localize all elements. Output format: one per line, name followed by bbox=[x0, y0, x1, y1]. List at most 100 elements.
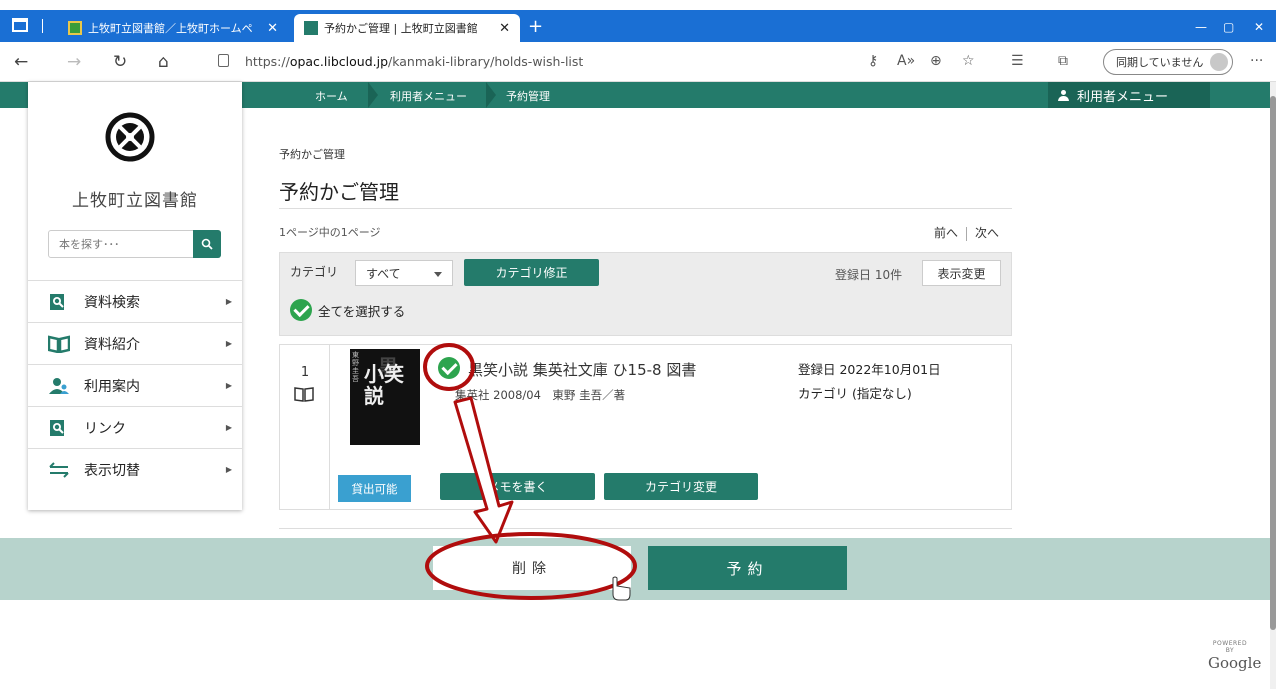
select-all-toggle[interactable]: 全てを選択する bbox=[290, 299, 405, 321]
browser-tab-holds[interactable]: 予約かご管理 | 上牧町立図書館 ✕ bbox=[294, 14, 520, 42]
search-button[interactable] bbox=[193, 230, 221, 258]
more-icon[interactable]: ··· bbox=[1250, 53, 1263, 69]
category-selected-value: すべて bbox=[366, 266, 401, 281]
item-title-link[interactable]: 黒笑小説 集英社文庫 ひ15-8 図書 bbox=[468, 359, 696, 380]
read-aloud-icon[interactable]: A» bbox=[897, 53, 915, 69]
close-icon[interactable]: ✕ bbox=[267, 21, 278, 36]
book-search-input[interactable] bbox=[49, 231, 189, 257]
book-cover-image[interactable]: 東野圭吾 黒 小笑説 bbox=[350, 349, 420, 445]
restore-icon[interactable]: ▢ bbox=[1223, 20, 1234, 34]
write-memo-button[interactable]: メモを書く bbox=[440, 473, 595, 500]
favorite-star-icon[interactable]: ☆ bbox=[962, 53, 975, 69]
breadcrumb: 予約かご管理 bbox=[279, 148, 345, 161]
sidebar-item-label: 資料検索 bbox=[84, 294, 140, 311]
tab-label: 予約かご管理 | 上牧町立図書館 bbox=[324, 22, 478, 35]
close-icon[interactable]: ✕ bbox=[499, 21, 510, 36]
minimize-icon[interactable]: — bbox=[1195, 20, 1207, 34]
scrollbar-thumb[interactable] bbox=[1270, 96, 1276, 630]
delete-button[interactable]: 削除 bbox=[433, 546, 631, 590]
library-name: 上牧町立図書館 bbox=[72, 191, 198, 211]
home-icon[interactable]: ⌂ bbox=[158, 52, 169, 72]
category-label: カテゴリ bbox=[290, 265, 339, 279]
check-circle-icon bbox=[290, 299, 312, 321]
search-doc-favicon-icon bbox=[304, 21, 318, 35]
google-wordmark: Google bbox=[1208, 654, 1262, 672]
switch-arrows-icon bbox=[49, 461, 69, 478]
next-page-link[interactable]: 次へ bbox=[975, 226, 999, 240]
select-all-label: 全てを選択する bbox=[318, 303, 406, 319]
user-menu-label: 利用者メニュー bbox=[1077, 89, 1169, 105]
action-bar bbox=[0, 538, 1270, 600]
zoom-icon[interactable]: ⊕ bbox=[930, 53, 942, 69]
url-prefix: https:// bbox=[245, 54, 290, 69]
reserve-button[interactable]: 予約 bbox=[648, 546, 847, 590]
list-toolbar: カテゴリ すべて カテゴリ修正 登録日 10件 表示変更 全てを選択する bbox=[279, 252, 1012, 336]
sort-info: 登録日 10件 bbox=[835, 268, 903, 282]
sidebar: 上牧町立図書館 資料検索 ▶ 資料紹介 ▶ 利用案内 ▶ リンク ▶ 表示切替 … bbox=[28, 82, 242, 510]
item-index-cell: 1 bbox=[280, 345, 330, 509]
reload-icon[interactable]: ↻ bbox=[113, 52, 127, 72]
item-number: 1 bbox=[300, 365, 310, 380]
google-logo: POWERED BY Google bbox=[1208, 640, 1262, 672]
sync-profile-button[interactable]: 同期していません bbox=[1103, 49, 1233, 75]
sync-label: 同期していません bbox=[1116, 56, 1204, 69]
instruction-strip bbox=[0, 0, 1276, 10]
open-book-icon bbox=[48, 334, 70, 353]
search-doc-icon bbox=[50, 293, 64, 310]
cover-author: 東野圭吾 bbox=[352, 351, 359, 383]
url-field[interactable]: https://opac.libcloud.jp/kanmaki-library… bbox=[245, 54, 583, 69]
breadcrumb-user-menu[interactable]: 利用者メニュー bbox=[390, 88, 467, 104]
list-item: 1 東野圭吾 黒 小笑説 黒笑小説 集英社文庫 ひ15-8 図書 集英社 200… bbox=[279, 344, 1012, 510]
town-favicon-icon bbox=[68, 21, 82, 35]
divider bbox=[279, 528, 1012, 529]
town-emblem-icon bbox=[105, 112, 155, 162]
page-info: 1ページ中の1ページ bbox=[279, 226, 381, 239]
category-change-button[interactable]: カテゴリ変更 bbox=[604, 473, 758, 500]
category-select[interactable]: すべて bbox=[355, 260, 453, 286]
browser-tab-library-home[interactable]: 上牧町立図書館／上牧町ホームペ ✕ bbox=[58, 14, 288, 42]
forward-icon[interactable]: → bbox=[67, 52, 81, 72]
breadcrumb-home[interactable]: ホーム bbox=[315, 88, 348, 104]
cover-text-main: 小笑説 bbox=[364, 362, 404, 408]
divider bbox=[966, 226, 968, 241]
window-close-icon[interactable]: ✕ bbox=[1254, 20, 1264, 34]
new-tab-icon[interactable]: + bbox=[528, 16, 543, 37]
back-icon[interactable]: ← bbox=[14, 52, 28, 72]
caret-down-icon bbox=[434, 272, 442, 277]
category-fix-button[interactable]: カテゴリ修正 bbox=[464, 259, 599, 286]
divider bbox=[279, 208, 1012, 209]
item-select-checkbox[interactable] bbox=[438, 357, 460, 379]
chevron-right-icon: ▶ bbox=[225, 423, 232, 432]
browser-tab-bar: 上牧町立図書館／上牧町ホームペ ✕ 予約かご管理 | 上牧町立図書館 ✕ + —… bbox=[0, 10, 1276, 42]
address-bar: ← → ↻ ⌂ https://opac.libcloud.jp/kanmaki… bbox=[0, 42, 1276, 82]
tab-label: 上牧町立図書館／上牧町ホームペ bbox=[88, 22, 253, 35]
prev-page-link[interactable]: 前へ bbox=[934, 226, 958, 240]
pager: 前へ 次へ bbox=[934, 224, 999, 241]
sidebar-item-material-search[interactable]: 資料検索 ▶ bbox=[28, 280, 242, 322]
search-icon bbox=[201, 238, 213, 250]
page-title: 予約かご管理 bbox=[279, 180, 399, 204]
collections-icon[interactable]: ⧉ bbox=[1058, 53, 1068, 69]
breadcrumb-separator bbox=[486, 82, 496, 108]
sidebar-item-material-intro[interactable]: 資料紹介 ▶ bbox=[28, 322, 242, 364]
sidebar-item-links[interactable]: リンク ▶ bbox=[28, 406, 242, 448]
sidebar-item-label: リンク bbox=[84, 420, 126, 437]
users-icon bbox=[49, 377, 69, 394]
sidebar-item-label: 表示切替 bbox=[84, 462, 140, 479]
window-menu-icon[interactable] bbox=[12, 18, 28, 32]
lend-status-badge: 貸出可能 bbox=[338, 475, 411, 502]
item-publisher: 集英社 2008/04 東野 圭吾／著 bbox=[455, 388, 626, 402]
display-change-button[interactable]: 表示変更 bbox=[922, 260, 1001, 286]
item-category: カテゴリ (指定なし) bbox=[798, 386, 912, 401]
page-info-icon[interactable] bbox=[218, 54, 229, 67]
favorites-list-icon[interactable]: ☰ bbox=[1011, 53, 1024, 69]
password-key-icon[interactable]: ⚷ bbox=[868, 53, 878, 69]
sidebar-item-guide[interactable]: 利用案内 ▶ bbox=[28, 364, 242, 406]
user-menu-button[interactable]: 利用者メニュー bbox=[1048, 82, 1210, 108]
breadcrumb-holds: 予約管理 bbox=[506, 90, 550, 103]
search-doc-icon bbox=[50, 419, 64, 436]
sidebar-item-display-switch[interactable]: 表示切替 ▶ bbox=[28, 448, 242, 490]
url-path: /kanmaki-library/holds-wish-list bbox=[388, 54, 584, 69]
avatar bbox=[1210, 53, 1228, 71]
sidebar-item-label: 利用案内 bbox=[84, 378, 140, 395]
